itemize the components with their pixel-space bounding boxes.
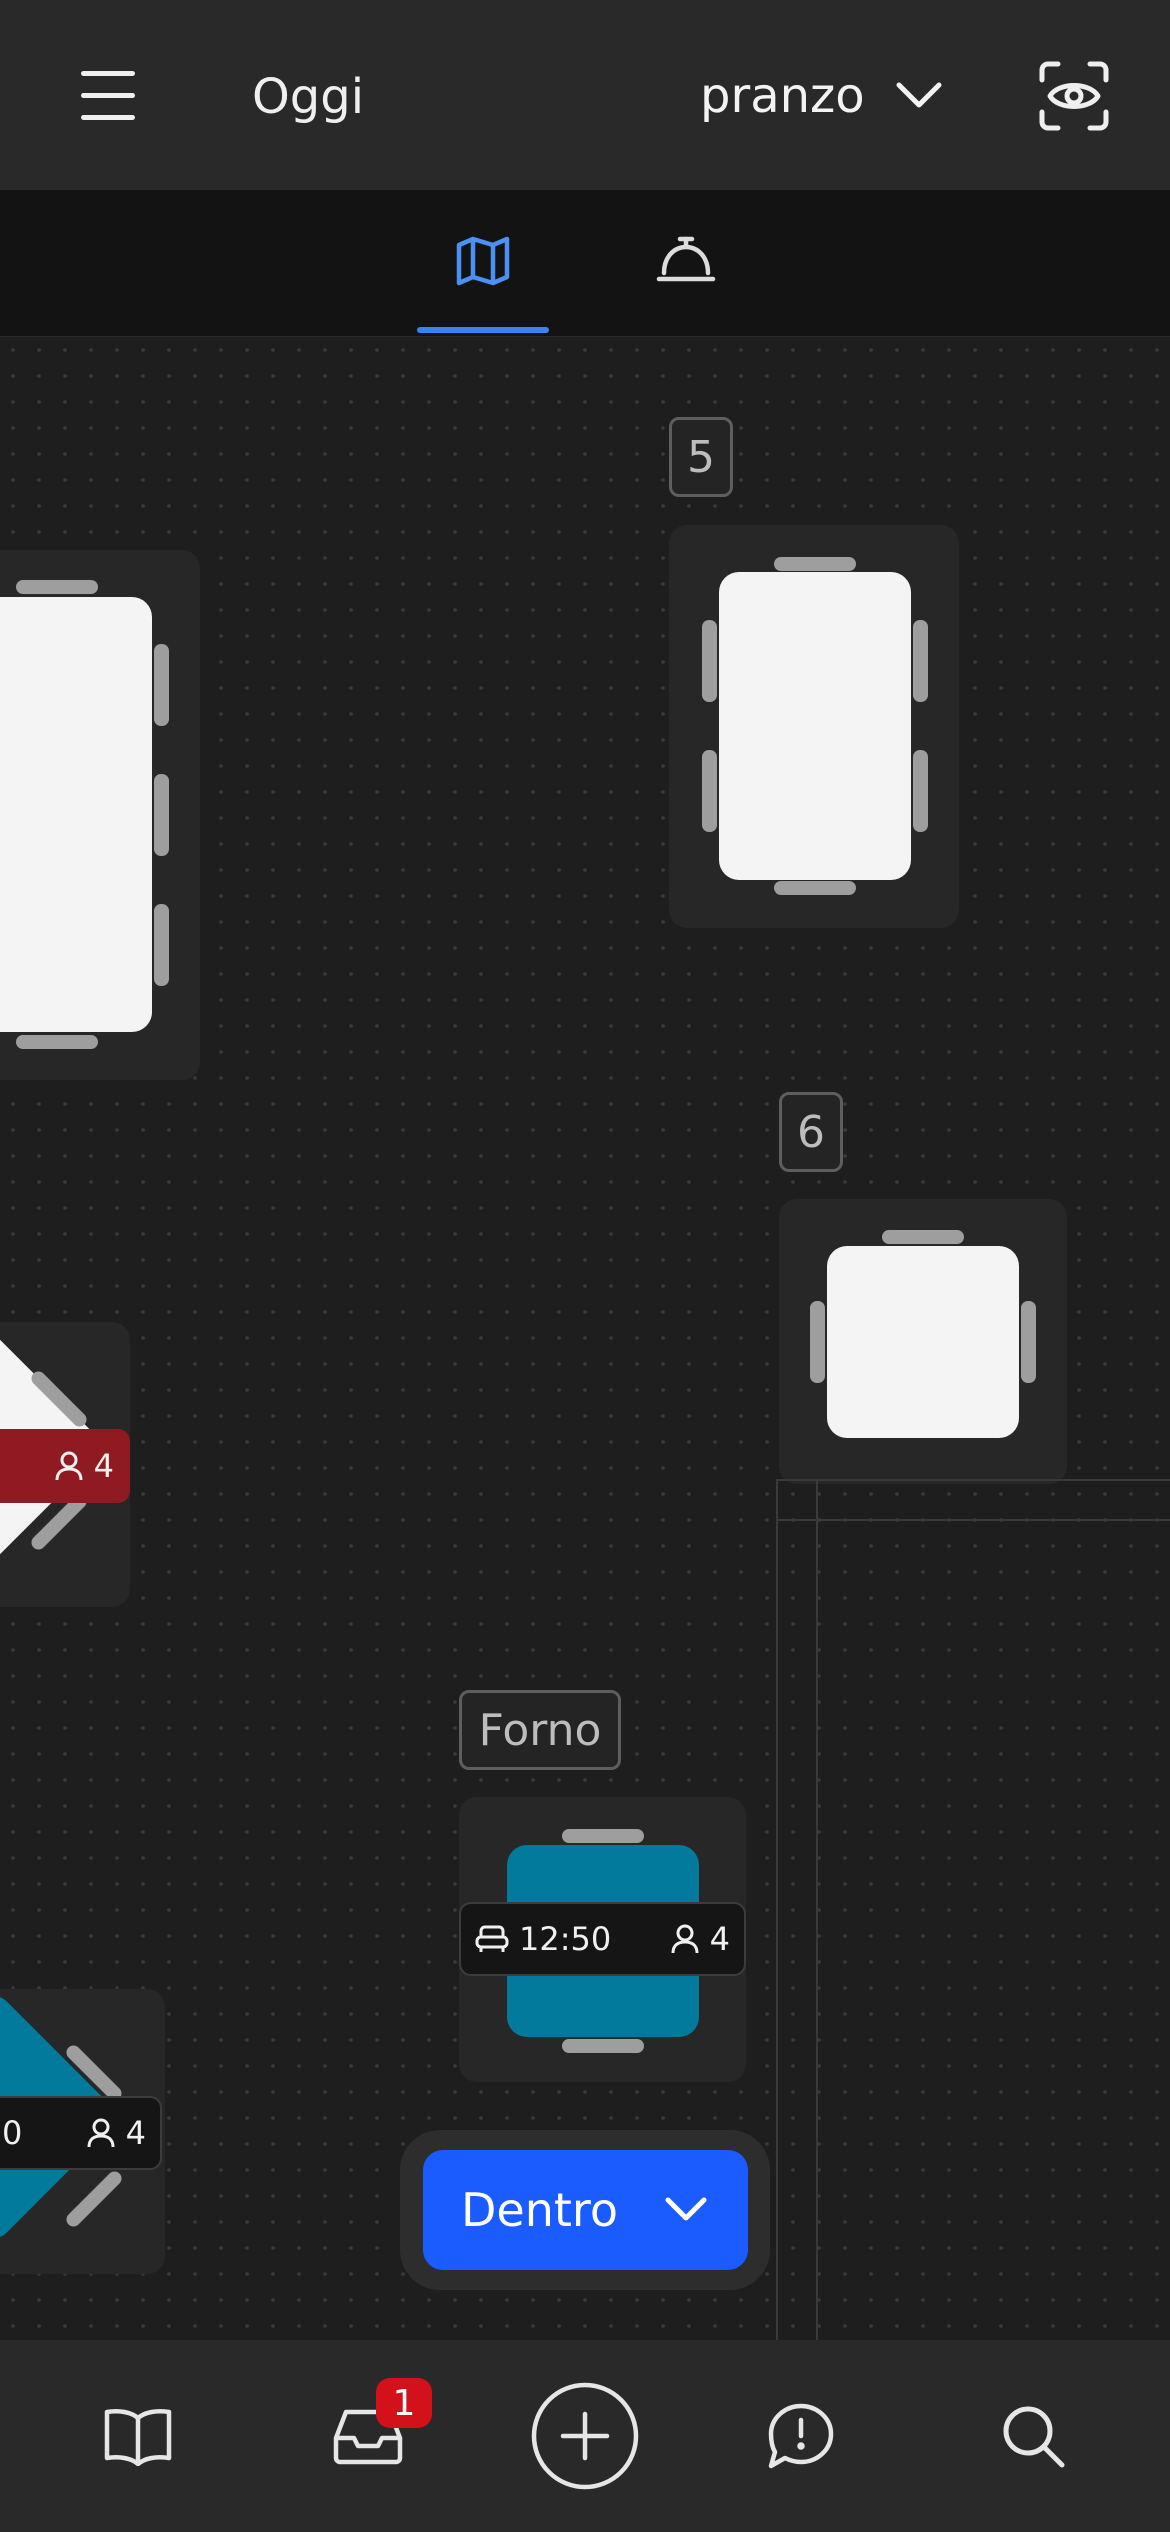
guest-count: 4 <box>125 2114 146 2152</box>
tab-service[interactable] <box>620 190 752 336</box>
chair <box>154 774 169 856</box>
table-number-5: 5 <box>669 417 733 497</box>
nav-reservations[interactable] <box>58 2340 218 2532</box>
nav-messages[interactable] <box>721 2340 881 2532</box>
map-icon <box>455 235 511 291</box>
person-icon <box>54 1450 84 1482</box>
nav-search[interactable] <box>953 2340 1113 2532</box>
chair <box>562 1829 644 1843</box>
chair <box>154 904 169 986</box>
tab-map[interactable] <box>417 190 549 336</box>
table-6[interactable] <box>827 1246 1019 1438</box>
top-header: Oggi pranzo <box>0 0 1170 190</box>
wall <box>776 1519 1170 1521</box>
nav-inbox[interactable] <box>288 2340 448 2532</box>
chair <box>774 557 856 571</box>
area-label: Dentro <box>461 2183 618 2237</box>
person-icon <box>86 2117 116 2149</box>
floor-plan[interactable]: 5 6 4 Forno 12:50 4 0 4 <box>0 337 1170 2340</box>
reservation-time: 12:50 <box>519 1920 612 1958</box>
search-icon <box>1000 2403 1066 2469</box>
service-label: pranzo <box>700 68 865 124</box>
wall <box>776 1479 1170 1481</box>
chair <box>913 750 928 832</box>
guest-count: 4 <box>93 1447 114 1485</box>
active-tab-indicator <box>417 327 549 333</box>
seat-icon <box>475 1925 509 1953</box>
guest-group: 4 <box>86 2114 146 2152</box>
wall <box>816 1479 818 2340</box>
guest-count: 4 <box>709 1920 730 1958</box>
service-selector[interactable]: pranzo <box>700 60 943 132</box>
chair <box>774 881 856 895</box>
chair <box>154 644 169 726</box>
reservation-pill-teal[interactable]: 0 4 <box>0 2096 162 2170</box>
chair <box>1021 1301 1036 1383</box>
chair <box>16 1035 98 1049</box>
chair <box>810 1301 825 1383</box>
table-label-forno: Forno <box>459 1690 621 1770</box>
nav-add[interactable] <box>505 2340 665 2532</box>
view-tabs <box>0 190 1170 337</box>
chevron-down-icon <box>664 2196 708 2224</box>
chair <box>882 1230 964 1244</box>
reservation-time-group: 12:50 <box>475 1920 611 1958</box>
chair <box>562 2039 644 2053</box>
service-bell-icon <box>656 235 716 291</box>
table-number-6: 6 <box>779 1092 843 1172</box>
person-icon <box>670 1923 700 1955</box>
reservation-pill-red[interactable]: 4 <box>0 1429 130 1503</box>
chevron-down-icon <box>895 81 943 111</box>
menu-icon[interactable] <box>75 60 141 132</box>
view-eye-icon[interactable] <box>1038 60 1110 132</box>
chair <box>702 750 717 832</box>
table-5[interactable] <box>719 572 911 880</box>
add-circle-icon <box>530 2381 640 2491</box>
area-selector-button[interactable]: Dentro <box>423 2150 748 2270</box>
date-selector[interactable]: Oggi <box>252 62 364 132</box>
bottom-navigation <box>0 2340 1170 2532</box>
chair <box>702 620 717 702</box>
guest-group: 4 <box>670 1920 730 1958</box>
wall <box>776 1479 778 2340</box>
table-large[interactable] <box>0 597 152 1032</box>
book-icon <box>103 2406 173 2466</box>
reservation-pill-forno[interactable]: 12:50 4 <box>459 1902 746 1976</box>
chair <box>913 620 928 702</box>
inbox-badge: 1 <box>376 2378 432 2428</box>
reservation-time-fragment: 0 <box>2 2114 23 2152</box>
chair <box>16 580 98 594</box>
chat-alert-icon <box>767 2402 835 2470</box>
